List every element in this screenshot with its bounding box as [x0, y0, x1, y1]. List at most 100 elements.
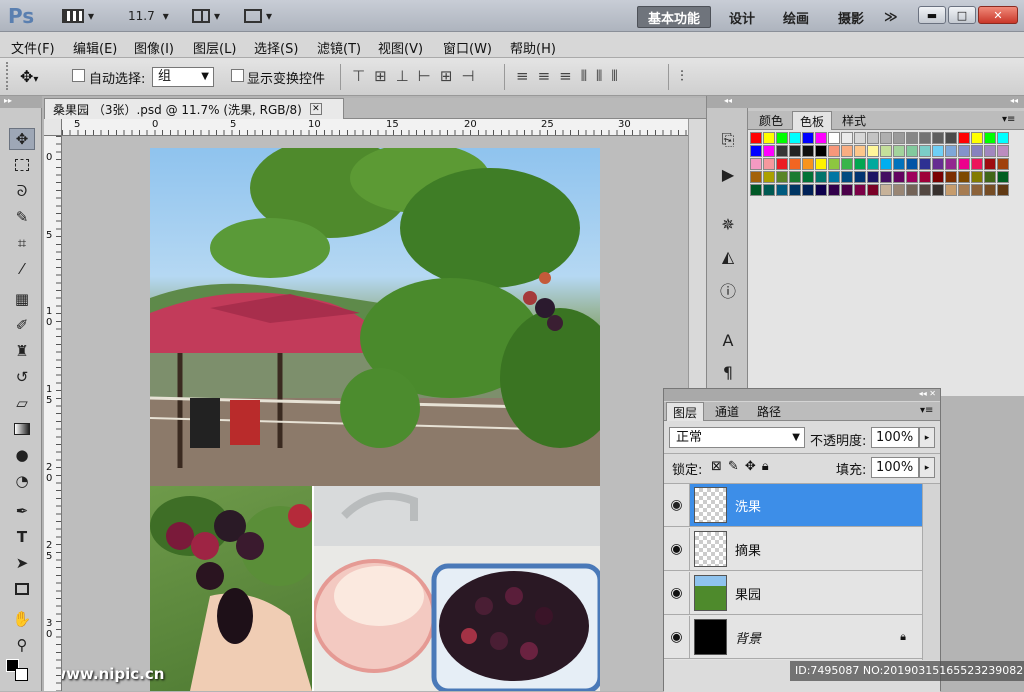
color-swatch[interactable]: [841, 145, 853, 157]
eyedropper-tool-icon[interactable]: ⁄: [9, 258, 35, 280]
color-swatch[interactable]: [958, 184, 970, 196]
color-swatch[interactable]: [958, 132, 970, 144]
color-swatch[interactable]: [776, 184, 788, 196]
color-swatch[interactable]: [750, 145, 762, 157]
workspace-photography[interactable]: 摄影: [838, 6, 864, 28]
color-swatch[interactable]: [919, 184, 931, 196]
color-swatch[interactable]: [789, 132, 801, 144]
fill-input[interactable]: 100%: [871, 457, 919, 478]
distribute-left-icon[interactable]: ⫴: [581, 67, 596, 85]
color-swatch[interactable]: [997, 158, 1009, 170]
color-swatch[interactable]: [841, 158, 853, 170]
workspace-painting[interactable]: 绘画: [783, 6, 809, 28]
history-icon[interactable]: ⎘: [715, 128, 741, 152]
color-swatch[interactable]: [919, 158, 931, 170]
align-bottom-icon[interactable]: ⊥: [396, 67, 418, 85]
tab-channels[interactable]: 通道: [708, 403, 746, 420]
color-swatch[interactable]: [841, 184, 853, 196]
color-swatch[interactable]: [789, 184, 801, 196]
color-swatch[interactable]: [893, 184, 905, 196]
color-swatch[interactable]: [893, 132, 905, 144]
canvas-area[interactable]: 昵享网 www.nipic.cn: [62, 136, 688, 691]
color-swatch[interactable]: [932, 171, 944, 183]
align-buttons[interactable]: ⊤⊞⊥⊢⊞⊣: [352, 67, 483, 85]
color-swatch[interactable]: [893, 145, 905, 157]
color-swatch[interactable]: [828, 184, 840, 196]
menu-image[interactable]: 图像(I): [134, 38, 174, 57]
color-swatch[interactable]: [971, 171, 983, 183]
color-swatch[interactable]: [880, 184, 892, 196]
color-swatch[interactable]: [893, 171, 905, 183]
color-swatch[interactable]: [750, 158, 762, 170]
color-swatch[interactable]: [776, 145, 788, 157]
menu-window[interactable]: 窗口(W): [443, 38, 492, 57]
menu-select[interactable]: 选择(S): [254, 38, 298, 57]
color-swatch[interactable]: [997, 171, 1009, 183]
color-swatch[interactable]: [789, 171, 801, 183]
lock-pixels-icon[interactable]: ✎: [728, 459, 745, 474]
color-swatch[interactable]: [763, 171, 775, 183]
close-icon[interactable]: ✕: [309, 103, 322, 115]
color-swatch[interactable]: [815, 184, 827, 196]
show-transform-checkbox[interactable]: [231, 69, 244, 82]
panel-menu-icon[interactable]: ▾≡: [1002, 114, 1015, 125]
color-swatch[interactable]: [880, 145, 892, 157]
color-swatch[interactable]: [789, 158, 801, 170]
tab-layers[interactable]: 图层: [666, 402, 704, 421]
menu-help[interactable]: 帮助(H): [510, 38, 556, 57]
color-swatch[interactable]: [971, 145, 983, 157]
color-swatch[interactable]: [932, 145, 944, 157]
color-swatch[interactable]: [945, 171, 957, 183]
color-swatch[interactable]: [815, 158, 827, 170]
align-right-icon[interactable]: ⊣: [461, 67, 483, 85]
histogram-icon[interactable]: ◭: [715, 244, 741, 268]
eraser-tool-icon[interactable]: ▱: [9, 392, 35, 414]
menu-file[interactable]: 文件(F): [11, 38, 55, 57]
pen-tool-icon[interactable]: ✒: [9, 500, 35, 522]
auto-select-dropdown[interactable]: 组 ▼: [152, 67, 214, 87]
auto-align-icon[interactable]: ⫶: [680, 67, 684, 85]
color-swatch[interactable]: [828, 145, 840, 157]
color-swatch[interactable]: [854, 145, 866, 157]
collapse-swatches-icon[interactable]: ◂◂: [748, 96, 1024, 108]
fill-slider-button[interactable]: ▸: [919, 457, 935, 478]
align-left-icon[interactable]: ⊢: [418, 67, 440, 85]
zoom-dropdown[interactable]: 11.7 ▾: [128, 5, 174, 27]
collapse-toolbox-icon[interactable]: ▸▸: [0, 96, 42, 108]
color-swatch[interactable]: [984, 158, 996, 170]
color-swatch[interactable]: [958, 171, 970, 183]
rectangle-tool-icon[interactable]: [9, 578, 35, 600]
hand-tool-icon[interactable]: ✋: [9, 608, 35, 630]
color-swatch[interactable]: [867, 184, 879, 196]
opacity-input[interactable]: 100%: [871, 427, 919, 448]
color-swatch[interactable]: [828, 158, 840, 170]
color-swatch[interactable]: [763, 132, 775, 144]
color-swatch[interactable]: [867, 171, 879, 183]
document-canvas[interactable]: [150, 148, 600, 691]
color-swatch[interactable]: [841, 171, 853, 183]
distribute-vcenter-icon[interactable]: ≡: [538, 67, 560, 85]
navigator-icon[interactable]: ✵: [715, 212, 741, 236]
color-swatch[interactable]: [919, 171, 931, 183]
tab-color[interactable]: 颜色: [752, 112, 790, 129]
color-swatch[interactable]: [932, 158, 944, 170]
restore-button[interactable]: □: [948, 6, 976, 24]
color-swatch[interactable]: [750, 132, 762, 144]
color-swatch[interactable]: [854, 184, 866, 196]
color-swatch[interactable]: [750, 171, 762, 183]
lock-transparent-icon[interactable]: ⊠: [711, 459, 728, 474]
eye-icon[interactable]: ◉: [664, 616, 690, 658]
layer-row[interactable]: ◉ 洗果: [664, 484, 922, 527]
color-swatch[interactable]: [815, 171, 827, 183]
info-icon[interactable]: ⓘ: [715, 278, 741, 302]
color-swatch[interactable]: [828, 132, 840, 144]
auto-select-checkbox[interactable]: [72, 69, 85, 82]
blur-tool-icon[interactable]: ●: [9, 444, 35, 466]
history-brush-tool-icon[interactable]: ↺: [9, 366, 35, 388]
distribute-bottom-icon[interactable]: ≡: [559, 67, 581, 85]
distribute-top-icon[interactable]: ≡: [516, 67, 538, 85]
color-swatch[interactable]: [997, 145, 1009, 157]
color-swatch[interactable]: [854, 171, 866, 183]
color-swatch[interactable]: [867, 158, 879, 170]
color-swatch[interactable]: [906, 158, 918, 170]
